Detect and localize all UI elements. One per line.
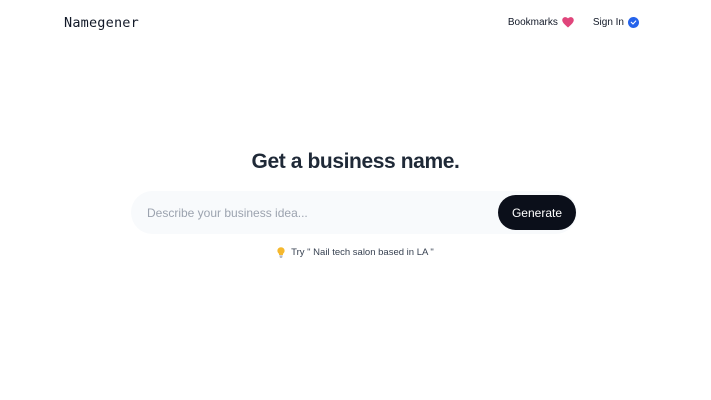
sign-in-link[interactable]: Sign In bbox=[593, 17, 639, 28]
search-bar: Generate bbox=[131, 191, 577, 234]
heart-icon bbox=[562, 17, 574, 28]
lightbulb-icon bbox=[277, 247, 285, 258]
business-idea-input[interactable] bbox=[147, 191, 487, 234]
nav-links: Bookmarks Sign In bbox=[508, 17, 639, 28]
generate-button[interactable]: Generate bbox=[498, 195, 576, 230]
example-suggestion[interactable]: Try " Nail tech salon based in LA " bbox=[291, 247, 434, 258]
top-navigation: Namegener Bookmarks Sign In bbox=[0, 0, 711, 50]
bookmarks-link[interactable]: Bookmarks bbox=[508, 17, 574, 28]
hero: Get a business name. bbox=[0, 150, 711, 174]
bookmarks-label: Bookmarks bbox=[507, 17, 558, 28]
logo[interactable]: Namegener bbox=[64, 15, 139, 31]
page-title: Get a business name. bbox=[251, 150, 460, 173]
check-circle-icon bbox=[628, 17, 639, 28]
sign-in-label: Sign In bbox=[592, 17, 624, 28]
suggestion: Try " Nail tech salon based in LA " bbox=[0, 247, 711, 258]
